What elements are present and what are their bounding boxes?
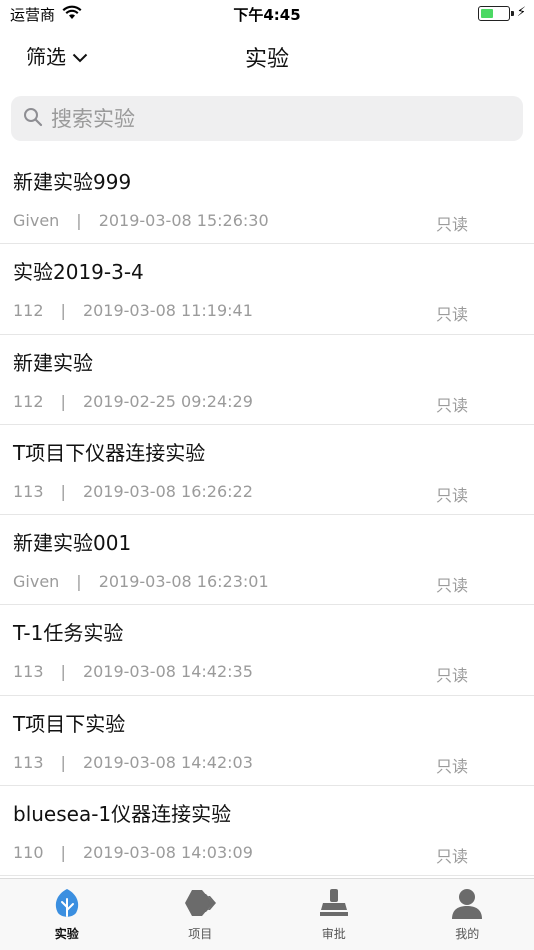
experiment-datetime: 2019-03-08 16:26:22 <box>82 481 253 501</box>
readonly-badge: 只读 <box>435 305 468 325</box>
list-item[interactable]: 实验2019-3-4 112 | 2019-03-08 11:19:41 只读 <box>0 244 534 335</box>
experiment-owner: 113 <box>13 481 44 501</box>
meta-separator: | <box>60 752 66 772</box>
readonly-badge: 只读 <box>435 847 468 867</box>
tab-label: 我的 <box>455 927 480 941</box>
stamp-icon <box>316 885 352 921</box>
experiment-datetime: 2019-03-08 14:42:35 <box>82 662 253 682</box>
meta-separator: | <box>60 843 66 863</box>
tab-mine[interactable]: 我的 <box>401 879 534 950</box>
meta-separator: | <box>60 301 66 321</box>
experiment-title: 实验2019-3-4 <box>13 260 144 285</box>
readonly-badge: 只读 <box>435 395 468 415</box>
experiment-owner: 113 <box>13 662 44 682</box>
experiment-title: T项目下实验 <box>13 711 126 736</box>
leaf-icon <box>49 885 85 921</box>
meta-separator: | <box>76 572 82 592</box>
meta-separator: | <box>60 481 66 501</box>
layers-icon <box>182 885 218 921</box>
meta-separator: | <box>60 391 66 411</box>
list-item[interactable]: T项目下实验 113 | 2019-03-08 14:42:03 只读 <box>0 696 534 787</box>
list-item[interactable]: T项目下仪器连接实验 113 | 2019-03-08 16:26:22 只读 <box>0 425 534 516</box>
experiment-list: 新建实验999 Given | 2019-03-08 15:26:30 只读 实验2… <box>0 154 534 877</box>
experiment-title: 新建实验001 <box>13 531 132 556</box>
readonly-badge: 只读 <box>435 485 468 505</box>
readonly-badge: 只读 <box>435 756 468 776</box>
experiment-datetime: 2019-03-08 14:03:09 <box>82 843 253 863</box>
list-item[interactable]: 新建实验 112 | 2019-02-25 09:24:29 只读 <box>0 335 534 425</box>
experiment-title: 新建实验999 <box>13 170 132 194</box>
meta-separator: | <box>60 662 66 682</box>
tab-label: 审批 <box>321 927 346 941</box>
readonly-badge: 只读 <box>435 215 468 234</box>
tab-approval[interactable]: 审批 <box>267 879 401 950</box>
experiment-title: 新建实验 <box>13 350 93 375</box>
nav-bar: 筛选 实验 <box>0 27 534 83</box>
experiment-owner: Given <box>13 572 60 592</box>
search-icon <box>23 107 43 131</box>
experiment-datetime: 2019-03-08 14:42:03 <box>82 752 253 772</box>
list-item[interactable]: T-1任务实验 113 | 2019-03-08 14:42:35 只读 <box>0 605 534 696</box>
experiment-datetime: 2019-03-08 16:23:01 <box>98 572 269 592</box>
user-icon <box>449 885 485 921</box>
list-item[interactable]: 新建实验001 Given | 2019-03-08 16:23:01 只读 <box>0 515 534 606</box>
clock-time: 下午4:45 <box>233 6 301 24</box>
list-item[interactable]: bluesea-1仪器连接实验 110 | 2019-03-08 14:03:09 … <box>0 786 534 877</box>
tab-experiments[interactable]: 实验 <box>0 879 134 950</box>
tab-bar: 实验 项目 审批 我的 <box>0 878 534 950</box>
experiment-owner: 113 <box>13 752 44 772</box>
experiment-title: T项目下仪器连接实验 <box>13 440 206 465</box>
page-title: 实验 <box>244 47 289 72</box>
tab-projects[interactable]: 项目 <box>134 879 268 950</box>
experiment-title: T-1任务实验 <box>13 621 124 646</box>
search-bar[interactable] <box>11 96 523 141</box>
tab-label: 项目 <box>188 927 213 941</box>
battery-level-fill <box>481 9 493 18</box>
battery-icon <box>478 6 514 21</box>
experiment-datetime: 2019-03-08 11:19:41 <box>82 301 253 321</box>
search-input[interactable] <box>51 106 491 131</box>
readonly-badge: 只读 <box>435 576 468 596</box>
charging-icon: ⚡ <box>516 5 526 20</box>
experiment-owner: 112 <box>13 391 44 411</box>
meta-separator: | <box>76 211 82 230</box>
experiment-owner: Given <box>13 211 60 230</box>
experiment-owner: 112 <box>13 301 44 321</box>
experiment-owner: 110 <box>13 843 44 863</box>
status-bar: 运营商 下午4:45 ⚡ <box>0 0 534 27</box>
experiment-title: bluesea-1仪器连接实验 <box>13 802 232 827</box>
list-item[interactable]: 新建实验999 Given | 2019-03-08 15:26:30 只读 <box>0 154 534 245</box>
tab-label: 实验 <box>54 927 79 941</box>
experiment-datetime: 2019-02-25 09:24:29 <box>82 391 253 411</box>
readonly-badge: 只读 <box>435 666 468 686</box>
experiment-datetime: 2019-03-08 15:26:30 <box>98 211 269 230</box>
